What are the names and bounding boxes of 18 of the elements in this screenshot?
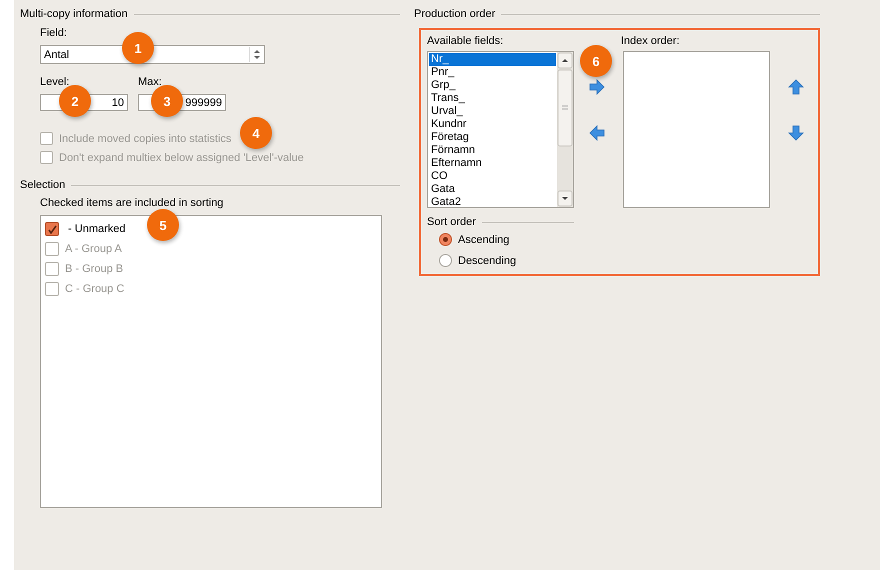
group-title: Sort order xyxy=(427,216,476,228)
item-label: C - Group C xyxy=(65,283,124,295)
level-label: Level: xyxy=(40,76,70,88)
group-title: Multi-copy information xyxy=(20,8,128,20)
max-label: Max: xyxy=(138,76,163,88)
index-order-label: Index order: xyxy=(620,35,681,47)
hint-text: Checked items are included in sorting xyxy=(40,197,224,209)
item-label: - Unmarked xyxy=(67,223,126,235)
item-label: B - Group B xyxy=(65,263,124,275)
item-label: A - Group A xyxy=(65,243,122,255)
option-label: Don't expand multiex below assigned 'Level'-value xyxy=(59,152,304,164)
option-label: Include moved copies into statistics xyxy=(59,132,232,144)
group-title: Selection xyxy=(20,179,66,191)
radio-label: Descending xyxy=(458,254,516,266)
group-title: Production order xyxy=(414,8,496,20)
radio-label: Ascending xyxy=(458,234,510,246)
available-fields-label: Available fields: xyxy=(427,35,504,47)
field-label: Field: xyxy=(40,27,68,39)
